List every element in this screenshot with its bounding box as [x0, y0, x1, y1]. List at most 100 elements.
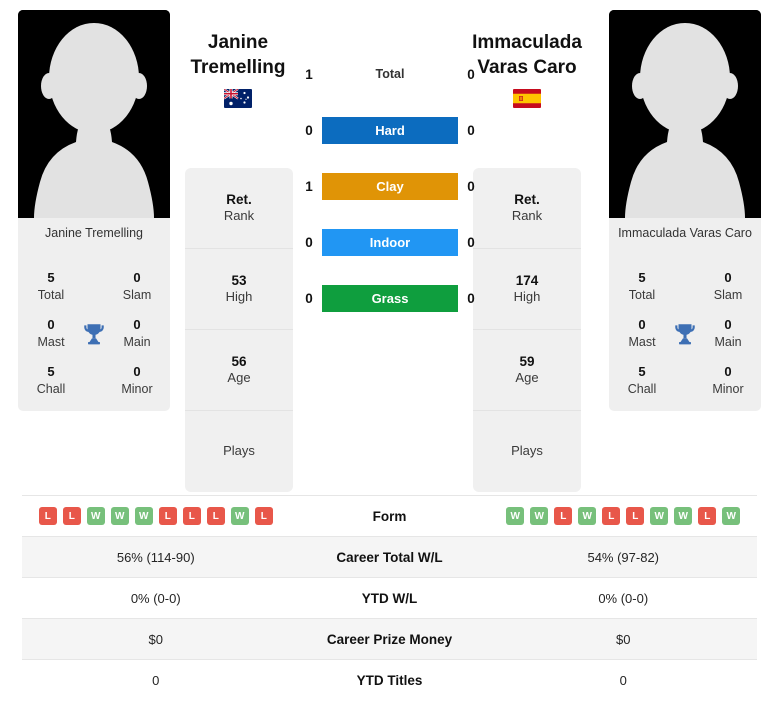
form-badge-l: L	[206, 507, 225, 525]
form-badge-l: L	[254, 507, 273, 525]
form-badge-w: W	[650, 507, 669, 525]
rank-cell-high-left: 53 High	[185, 249, 293, 330]
rank-stack-left: Ret. Rank 53 High 56 Age Plays	[185, 168, 293, 492]
stat-label: Form	[372, 508, 407, 524]
surface-bar-clay: Clay	[322, 172, 458, 200]
player-comparison-page: Janine Tremelling 5 Total 0 Slam 0 Mast	[0, 0, 779, 719]
surface-score-right: 0	[467, 290, 475, 306]
stat-value-left: 0% (0-0)	[130, 590, 181, 606]
form-strip-left: LLWWWLLLWL	[38, 507, 273, 525]
rank-cell-rank-left: Ret. Rank	[185, 168, 293, 249]
titles-main-left: 0 Main	[123, 317, 151, 350]
titles-minor-left: 0 Minor	[121, 364, 153, 397]
stat-value-right: $0	[616, 631, 631, 647]
form-badge-l: L	[182, 507, 201, 525]
titles-card-left: 5 Total 0 Slam 0 Mast 0 Main 5 Chall 0 M…	[18, 260, 170, 412]
surface-score-right: 0	[467, 234, 475, 250]
form-badge-l: L	[602, 507, 621, 525]
rank-stack-right: Ret. Rank 174 High 59 Age Plays	[473, 168, 581, 492]
player-photo-left	[18, 10, 170, 218]
form-badge-w: W	[506, 507, 525, 525]
player-photo-caption-right: Immaculada Varas Caro	[609, 218, 761, 260]
form-badge-w: W	[674, 507, 693, 525]
comparison-header: Janine Tremelling 5 Total 0 Slam 0 Mast	[0, 0, 779, 492]
surface-bar-hard: Hard	[322, 116, 458, 144]
surface-score-right: 0	[467, 66, 475, 82]
stat-value-left: 0	[152, 672, 160, 688]
surface-score-left: 0	[305, 234, 313, 250]
form-badge-w: W	[530, 507, 549, 525]
surface-score-left: 1	[305, 178, 313, 194]
player-photo-caption-left: Janine Tremelling	[18, 218, 170, 260]
player-name-block-left: Janine Tremelling	[158, 30, 318, 108]
surface-row-clay: 1 Clay 0	[296, 172, 484, 200]
form-badge-w: W	[230, 507, 249, 525]
surface-row-indoor: 0 Indoor 0	[296, 228, 484, 256]
rank-cell-age-left: 56 Age	[185, 330, 293, 411]
titles-card-right: 5 Total 0 Slam 0 Mast 0 Main 5 Chall 0 M…	[609, 260, 761, 412]
trophy-icon	[74, 321, 114, 347]
form-strip-right: WWLWLLWWLW	[506, 507, 741, 525]
surface-bar-total: Total	[375, 67, 405, 81]
stat-value-left: $0	[148, 631, 163, 647]
player-photo-right	[609, 10, 761, 218]
table-row: 0% (0-0) YTD W/L 0% (0-0)	[22, 577, 757, 618]
table-row: $0 Career Prize Money $0	[22, 618, 757, 659]
form-badge-l: L	[62, 507, 81, 525]
form-badge-l: L	[38, 507, 57, 525]
surface-score-right: 0	[467, 122, 475, 138]
rank-cell-plays-right: Plays	[511, 443, 543, 459]
stat-label: YTD W/L	[361, 590, 418, 606]
form-badge-w: W	[110, 507, 129, 525]
stat-label: YTD Titles	[356, 672, 423, 688]
form-badge-l: L	[626, 507, 645, 525]
stat-value-right: 54% (97-82)	[587, 549, 660, 565]
rank-cell-rank-right: Ret. Rank	[473, 168, 581, 249]
table-row: 56% (114-90) Career Total W/L 54% (97-82)	[22, 536, 757, 577]
form-badge-w: W	[722, 507, 741, 525]
form-badge-w: W	[578, 507, 597, 525]
player-card-left: Janine Tremelling 5 Total 0 Slam 0 Mast	[18, 10, 170, 412]
titles-chall-left: 5 Chall	[36, 364, 66, 397]
form-badge-l: L	[554, 507, 573, 525]
flag-icon-australia	[224, 88, 252, 108]
titles-total-right: 5 Total	[628, 270, 656, 302]
surface-row-total: 1 Total 0	[296, 60, 484, 88]
titles-minor-right: 0 Minor	[712, 364, 744, 397]
rank-cell-plays-left: Plays	[223, 443, 255, 459]
table-row: L L W W W L L L W L Form W W L W L L W W L W	[22, 495, 757, 536]
player-card-right: Immaculada Varas Caro 5 Total 0 Slam 0 M…	[609, 10, 761, 412]
titles-chall-right: 5 Chall	[627, 364, 657, 397]
table-row: 0 YTD Titles 0	[22, 659, 757, 700]
stat-value-right: WWLWLLWWLW	[490, 507, 758, 525]
stat-value-left: 56% (114-90)	[116, 549, 195, 565]
surface-score-left: 0	[305, 122, 313, 138]
surface-row-hard: 0 Hard 0	[296, 116, 484, 144]
stat-value-right: 0% (0-0)	[598, 590, 649, 606]
form-badge-l: L	[158, 507, 177, 525]
titles-mast-right: 0 Mast	[628, 317, 656, 350]
stat-value-right: 0	[619, 672, 627, 688]
stat-label: Career Total W/L	[336, 549, 443, 565]
player-name-left: Janine Tremelling	[190, 32, 286, 79]
surface-score-right: 0	[467, 178, 475, 194]
form-badge-w: W	[134, 507, 153, 525]
rank-cell-age-right: 59 Age	[473, 330, 581, 411]
surface-h2h-list: 1 Total 0 0 Hard 0 1 Clay 0 0 Indoor 0 0 Grass 0	[296, 60, 484, 312]
stat-label: Career Prize Money	[326, 631, 453, 647]
trophy-icon	[665, 321, 705, 347]
titles-slam-right: 0 Slam	[713, 270, 743, 302]
stats-table: L L W W W L L L W L Form W W L W L L W W L W 56% (114-90) Care…	[22, 495, 757, 700]
form-badge-w: W	[86, 507, 105, 525]
form-badge-l: L	[698, 507, 717, 525]
titles-slam-left: 0 Slam	[122, 270, 152, 302]
stat-value-left: LLWWWLLLWL	[22, 507, 290, 525]
surface-score-left: 1	[305, 66, 313, 82]
titles-mast-left: 0 Mast	[37, 317, 65, 350]
surface-score-left: 0	[305, 290, 313, 306]
rank-cell-high-right: 174 High	[473, 249, 581, 330]
titles-total-left: 5 Total	[37, 270, 65, 302]
flag-icon-spain	[513, 88, 541, 108]
surface-row-grass: 0 Grass 0	[296, 284, 484, 312]
surface-bar-indoor: Indoor	[322, 228, 458, 256]
